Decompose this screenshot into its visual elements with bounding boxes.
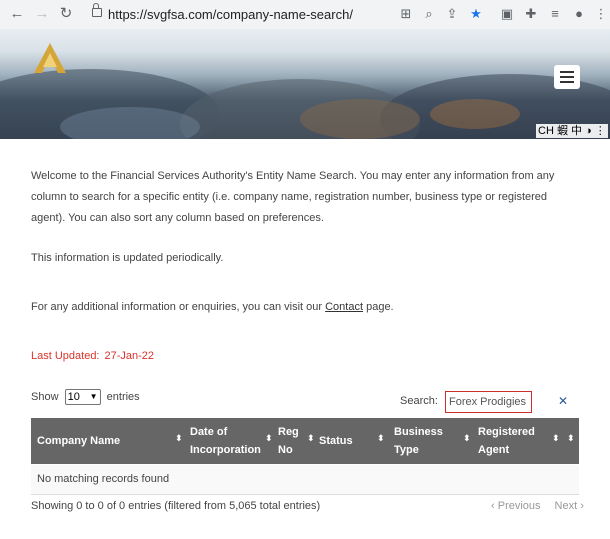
bookmark-star-icon[interactable]: ★ — [467, 5, 485, 23]
hamburger-menu-icon[interactable] — [554, 65, 580, 89]
translate-icon[interactable]: ⊞ — [397, 5, 415, 23]
next-button[interactable]: Next › — [555, 500, 584, 512]
sort-icon[interactable]: ⬍ — [552, 433, 560, 444]
back-arrow-icon[interactable]: ← — [8, 5, 26, 23]
hero-banner: CH 蝦 中 ◑ ⋮ — [0, 29, 610, 139]
address-bar[interactable]: https://svgfsa.com/company-name-search/ — [82, 3, 382, 25]
more-menu-icon[interactable]: ⋮ — [592, 5, 610, 23]
update-note: This information is updated periodically… — [31, 252, 224, 264]
empty-message: No matching records found — [37, 473, 170, 485]
chevron-down-icon: ▼ — [89, 392, 98, 401]
table-header: Company Name ⬍ Date of Incorporation ⬍ R… — [31, 418, 579, 464]
sort-icon[interactable]: ⬍ — [265, 433, 273, 444]
extension-icon[interactable]: ▣ — [498, 5, 516, 23]
lock-icon — [92, 3, 102, 17]
previous-button[interactable]: ‹ Previous — [491, 500, 541, 512]
profile-avatar-icon[interactable]: ● — [570, 5, 588, 23]
sort-icon[interactable]: ⬍ — [307, 433, 315, 444]
share-icon[interactable]: ⇪ — [443, 5, 461, 23]
pagination: ‹ Previous Next › — [491, 500, 584, 512]
column-header-status[interactable]: Status — [319, 418, 369, 464]
search-input[interactable]: Forex Prodigies — [445, 391, 532, 413]
entries-select[interactable]: 10 ▼ — [64, 389, 101, 405]
table-info: Showing 0 to 0 of 0 entries (filtered fr… — [31, 500, 321, 512]
contact-text-after: page. — [363, 301, 394, 313]
fsa-logo-icon[interactable] — [30, 41, 70, 75]
column-header-date-of-incorporation[interactable]: Date of Incorporation — [190, 418, 261, 464]
show-label: Show — [31, 390, 59, 403]
forward-arrow-icon[interactable]: → — [33, 5, 51, 23]
browser-toolbar: ← → ↻ https://svgfsa.com/company-name-se… — [0, 0, 610, 30]
url-text[interactable]: https://svgfsa.com/company-name-search/ — [108, 7, 353, 22]
sort-icon[interactable]: ⬍ — [377, 433, 385, 444]
sort-icon[interactable]: ⬍ — [463, 433, 471, 444]
clear-search-icon[interactable]: ✕ — [558, 394, 568, 408]
entries-select-value: 10 — [67, 391, 80, 403]
column-header-business-type[interactable]: Business Type — [394, 418, 449, 464]
sort-icon[interactable]: ⬍ — [175, 433, 183, 444]
zoom-icon[interactable]: ⌕ — [420, 5, 438, 23]
column-header-company-name[interactable]: Company Name — [37, 418, 167, 464]
table-empty-row: No matching records found — [31, 465, 579, 495]
sort-icon[interactable]: ⬍ — [567, 433, 575, 444]
puzzle-icon[interactable]: ✚ — [522, 5, 540, 23]
column-header-registered-agent[interactable]: Registered Agent — [478, 418, 543, 464]
reload-icon[interactable]: ↻ — [57, 5, 75, 23]
ime-toolbar: CH 蝦 中 ◑ ⋮ — [536, 124, 608, 138]
intro-paragraph: Welcome to the Financial Services Author… — [31, 170, 555, 224]
contact-link[interactable]: Contact — [325, 301, 363, 313]
search-label: Search: — [400, 395, 438, 407]
last-updated: Last Updated: 27-Jan-22 — [31, 350, 154, 362]
column-header-reg-no[interactable]: Reg No — [278, 418, 308, 464]
contact-text-before: For any additional information or enquir… — [31, 301, 326, 313]
last-updated-label: Last Updated: — [31, 350, 100, 362]
entries-length-control: Show 10 ▼ entries — [31, 389, 140, 405]
contact-paragraph: For any additional information or enquir… — [31, 301, 394, 313]
entries-label: entries — [106, 390, 140, 403]
reading-list-icon[interactable]: ≡ — [546, 5, 564, 23]
last-updated-value: 27-Jan-22 — [104, 350, 155, 362]
